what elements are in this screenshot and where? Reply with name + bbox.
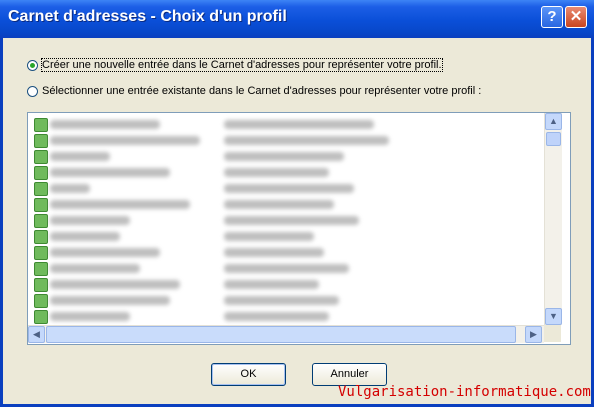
- scroll-down-button[interactable]: ▼: [545, 308, 562, 325]
- contact-card-icon: [34, 198, 48, 212]
- contact-name-blurred: [50, 152, 110, 161]
- contact-row[interactable]: [34, 149, 549, 164]
- contact-card-icon: [34, 230, 48, 244]
- contact-email-blurred: [224, 216, 359, 225]
- contact-email-blurred: [224, 248, 324, 257]
- contact-card-icon: [34, 150, 48, 164]
- window-title: Carnet d'adresses - Choix d'un profil: [8, 8, 287, 25]
- radio-select-entry[interactable]: [27, 86, 38, 97]
- horizontal-scrollbar[interactable]: ◀ ▶: [28, 325, 544, 343]
- address-book-profile-dialog: Carnet d'adresses - Choix d'un profil ? …: [0, 0, 594, 407]
- contact-row[interactable]: [34, 165, 549, 180]
- contact-name-blurred: [50, 296, 170, 305]
- contact-row[interactable]: [34, 117, 549, 132]
- contact-name-blurred: [50, 280, 180, 289]
- title-bar[interactable]: Carnet d'adresses - Choix d'un profil ? …: [0, 0, 594, 38]
- contact-email-blurred: [224, 168, 329, 177]
- contact-name-blurred: [50, 168, 170, 177]
- contact-email-blurred: [224, 264, 349, 273]
- contact-email-blurred: [224, 200, 334, 209]
- contact-name-blurred: [50, 120, 160, 129]
- contact-name-blurred: [50, 136, 200, 145]
- contact-email-blurred: [224, 312, 329, 321]
- horizontal-scroll-thumb[interactable]: [46, 326, 516, 343]
- contact-email-blurred: [224, 120, 374, 129]
- contact-row[interactable]: [34, 309, 549, 324]
- contact-card-icon: [34, 134, 48, 148]
- contact-email-blurred: [224, 152, 344, 161]
- contact-row[interactable]: [34, 229, 549, 244]
- contact-row[interactable]: [34, 213, 549, 228]
- contact-card-icon: [34, 310, 48, 324]
- close-button[interactable]: ✕: [565, 6, 587, 28]
- scrollbar-corner: [544, 325, 561, 342]
- contact-name-blurred: [50, 312, 130, 321]
- contact-card-icon: [34, 262, 48, 276]
- contact-email-blurred: [224, 136, 389, 145]
- contact-card-icon: [34, 182, 48, 196]
- contact-row[interactable]: [34, 245, 549, 260]
- contact-email-blurred: [224, 232, 314, 241]
- contact-card-icon: [34, 118, 48, 132]
- ok-button[interactable]: OK: [211, 363, 286, 386]
- vertical-scrollbar[interactable]: ▲ ▼: [544, 113, 562, 325]
- contact-row[interactable]: [34, 277, 549, 292]
- contact-name-blurred: [50, 184, 90, 193]
- contact-card-icon: [34, 294, 48, 308]
- contact-name-blurred: [50, 216, 130, 225]
- contact-name-blurred: [50, 248, 160, 257]
- option-create-entry-label: Créer une nouvelle entrée dans le Carnet…: [41, 58, 443, 72]
- cancel-button[interactable]: Annuler: [312, 363, 387, 386]
- radio-create-entry[interactable]: [27, 60, 38, 71]
- contact-card-icon: [34, 246, 48, 260]
- contact-card-icon: [34, 166, 48, 180]
- contact-row[interactable]: [34, 197, 549, 212]
- scroll-right-button[interactable]: ▶: [525, 326, 542, 343]
- option-select-entry-label: Sélectionner une entrée existante dans l…: [42, 85, 482, 97]
- contact-card-icon: [34, 214, 48, 228]
- contact-email-blurred: [224, 280, 319, 289]
- contact-row[interactable]: [34, 261, 549, 276]
- contact-email-blurred: [224, 184, 354, 193]
- contact-row[interactable]: [34, 133, 549, 148]
- contact-card-icon: [34, 278, 48, 292]
- help-button[interactable]: ?: [541, 6, 563, 28]
- scroll-left-button[interactable]: ◀: [28, 326, 45, 343]
- contact-email-blurred: [224, 296, 339, 305]
- vertical-scroll-thumb[interactable]: [546, 132, 561, 146]
- contact-name-blurred: [50, 232, 120, 241]
- contacts-list[interactable]: ▲ ▼ ◀ ▶: [27, 112, 571, 345]
- contact-name-blurred: [50, 264, 140, 273]
- contact-row[interactable]: [34, 293, 549, 308]
- scroll-up-button[interactable]: ▲: [545, 113, 562, 130]
- contact-row[interactable]: [34, 181, 549, 196]
- watermark-text: Vulgarisation-informatique.com: [338, 384, 591, 400]
- contact-name-blurred: [50, 200, 190, 209]
